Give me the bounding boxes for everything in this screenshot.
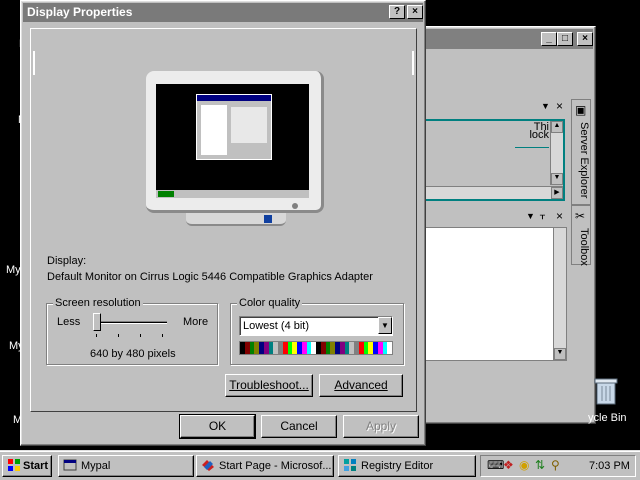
background-window[interactable]: _ □ × ▼ × Thi lock ▲ ▼ ▶ ▼ ᚁ × ▼ ▣ Serve… <box>410 26 596 424</box>
monitor-stand <box>186 213 286 226</box>
close-icon[interactable]: × <box>556 209 563 223</box>
screen-resolution-group: Screen resolution Less More 640 by 480 p… <box>46 297 218 365</box>
background-window-titlebar[interactable]: _ □ × <box>413 29 593 49</box>
pane-text-fragment-2: lock <box>529 129 549 141</box>
taskbar-item-registry-editor[interactable]: Registry Editor <box>338 455 476 477</box>
preview-window <box>196 94 272 160</box>
teal-line <box>515 147 549 148</box>
close-button[interactable]: × <box>577 32 593 46</box>
monitor-preview <box>146 71 324 226</box>
system-tray: ⌨ ❖ ◉ ⇅ ⚲ 7:03 PM <box>480 455 636 477</box>
close-icon[interactable]: × <box>556 99 563 113</box>
help-button[interactable]: ? <box>389 5 405 19</box>
dialog-title: Display Properties <box>27 5 133 19</box>
tool-window-lower-content[interactable]: ▼ <box>413 227 567 361</box>
dropdown-arrow-icon[interactable]: ▼ <box>541 101 550 111</box>
tab-toolbox[interactable]: ✂ Toolbox <box>571 205 591 266</box>
keyboard-icon[interactable]: ⌨ <box>487 458 504 472</box>
server-explorer-icon: ▣ <box>575 103 587 117</box>
cancel-button[interactable]: Cancel <box>261 415 337 438</box>
chevron-down-icon: ▼ <box>381 321 389 330</box>
start-button[interactable]: Start <box>2 455 52 477</box>
display-label: Display: <box>47 255 87 267</box>
toolbox-icon: ✂ <box>575 209 586 223</box>
recycle-bin-label: ycle Bin <box>588 412 627 424</box>
color-quality-select[interactable]: Lowest (4 bit) ▼ <box>239 316 393 336</box>
settings-page: Display: Default Monitor on Cirrus Logic… <box>30 28 417 412</box>
dropdown-button[interactable]: ▼ <box>378 317 392 334</box>
dropdown-arrow-icon[interactable]: ▼ <box>526 211 535 221</box>
vertical-scrollbar[interactable]: ▼ <box>553 228 566 360</box>
visual-studio-icon <box>202 460 214 471</box>
slider-thumb[interactable] <box>93 313 101 331</box>
horizontal-scrollbar[interactable]: ▶ <box>415 186 563 199</box>
recycle-bin-icon <box>594 378 618 405</box>
monitor-bezel <box>146 71 324 213</box>
browser-icon <box>63 459 77 471</box>
desktop-icon-label-3[interactable]: My <box>6 264 21 276</box>
update-icon[interactable]: ⇅ <box>535 458 545 472</box>
ok-button[interactable]: OK <box>179 414 256 439</box>
clock[interactable]: 7:03 PM <box>589 460 630 472</box>
vertical-scrollbar[interactable]: ▲ ▼ <box>550 121 563 185</box>
preview-taskbar <box>156 190 309 198</box>
registry-editor-icon <box>344 459 356 471</box>
pin-icon[interactable]: ᚁ <box>540 210 545 221</box>
resolution-value: 640 by 480 pixels <box>90 348 176 360</box>
palette-swatch <box>387 342 392 354</box>
panel-corner-right <box>412 51 414 75</box>
dialog-titlebar[interactable]: Display Properties ? × <box>23 3 423 22</box>
windows-logo-icon <box>8 459 20 471</box>
screen-resolution-legend: Screen resolution <box>53 297 143 309</box>
taskbar-item-start-page[interactable]: Start Page - Microsof... <box>196 455 334 477</box>
tool-window-lower-header: ▼ ᚁ × <box>413 209 567 227</box>
tool-window-upper-content[interactable]: Thi lock ▲ ▼ ▶ <box>413 119 565 201</box>
color-quality-value: Lowest (4 bit) <box>243 320 310 332</box>
color-quality-legend: Color quality <box>237 297 303 309</box>
display-adapter-value: Default Monitor on Cirrus Logic 5446 Com… <box>47 271 373 283</box>
resolution-slider[interactable] <box>93 312 167 340</box>
less-label: Less <box>57 316 81 328</box>
monitor-power-button <box>292 203 298 209</box>
search-icon[interactable]: ⚲ <box>551 458 560 472</box>
apply-button[interactable]: Apply <box>343 415 419 438</box>
security-icon[interactable]: ◉ <box>519 458 529 472</box>
tab-server-explorer[interactable]: ▣ Server Explorer <box>571 99 591 205</box>
taskbar-item-mypal[interactable]: Mypal <box>58 455 194 477</box>
network-icon[interactable]: ❖ <box>503 458 514 472</box>
troubleshoot-button[interactable]: Troubleshoot... <box>225 374 313 397</box>
panel-corner-left <box>33 51 35 75</box>
maximize-button[interactable]: □ <box>557 32 573 46</box>
taskbar: Start Mypal Start Page - Microsof... Reg… <box>0 450 640 480</box>
slider-track <box>93 321 167 324</box>
display-properties-dialog[interactable]: Display Properties ? × Display: Default … <box>20 0 426 446</box>
tool-window-lower: ▼ ᚁ × ▼ <box>413 209 569 409</box>
desktop-icon-recycle-bin[interactable]: ycle Bin <box>588 376 640 426</box>
tool-window-upper: ▼ × Thi lock ▲ ▼ ▶ <box>413 99 569 203</box>
minimize-button[interactable]: _ <box>541 32 557 46</box>
monitor-screen <box>156 84 309 198</box>
close-button[interactable]: × <box>407 5 423 19</box>
tool-window-upper-header: ▼ × <box>413 99 567 117</box>
color-palette-bar <box>239 341 393 355</box>
start-label: Start <box>23 460 49 472</box>
advanced-button[interactable]: Advanced <box>319 374 403 397</box>
slider-ticks <box>96 334 166 337</box>
color-quality-group: Color quality Lowest (4 bit) ▼ <box>230 297 404 365</box>
more-label: More <box>183 316 209 328</box>
